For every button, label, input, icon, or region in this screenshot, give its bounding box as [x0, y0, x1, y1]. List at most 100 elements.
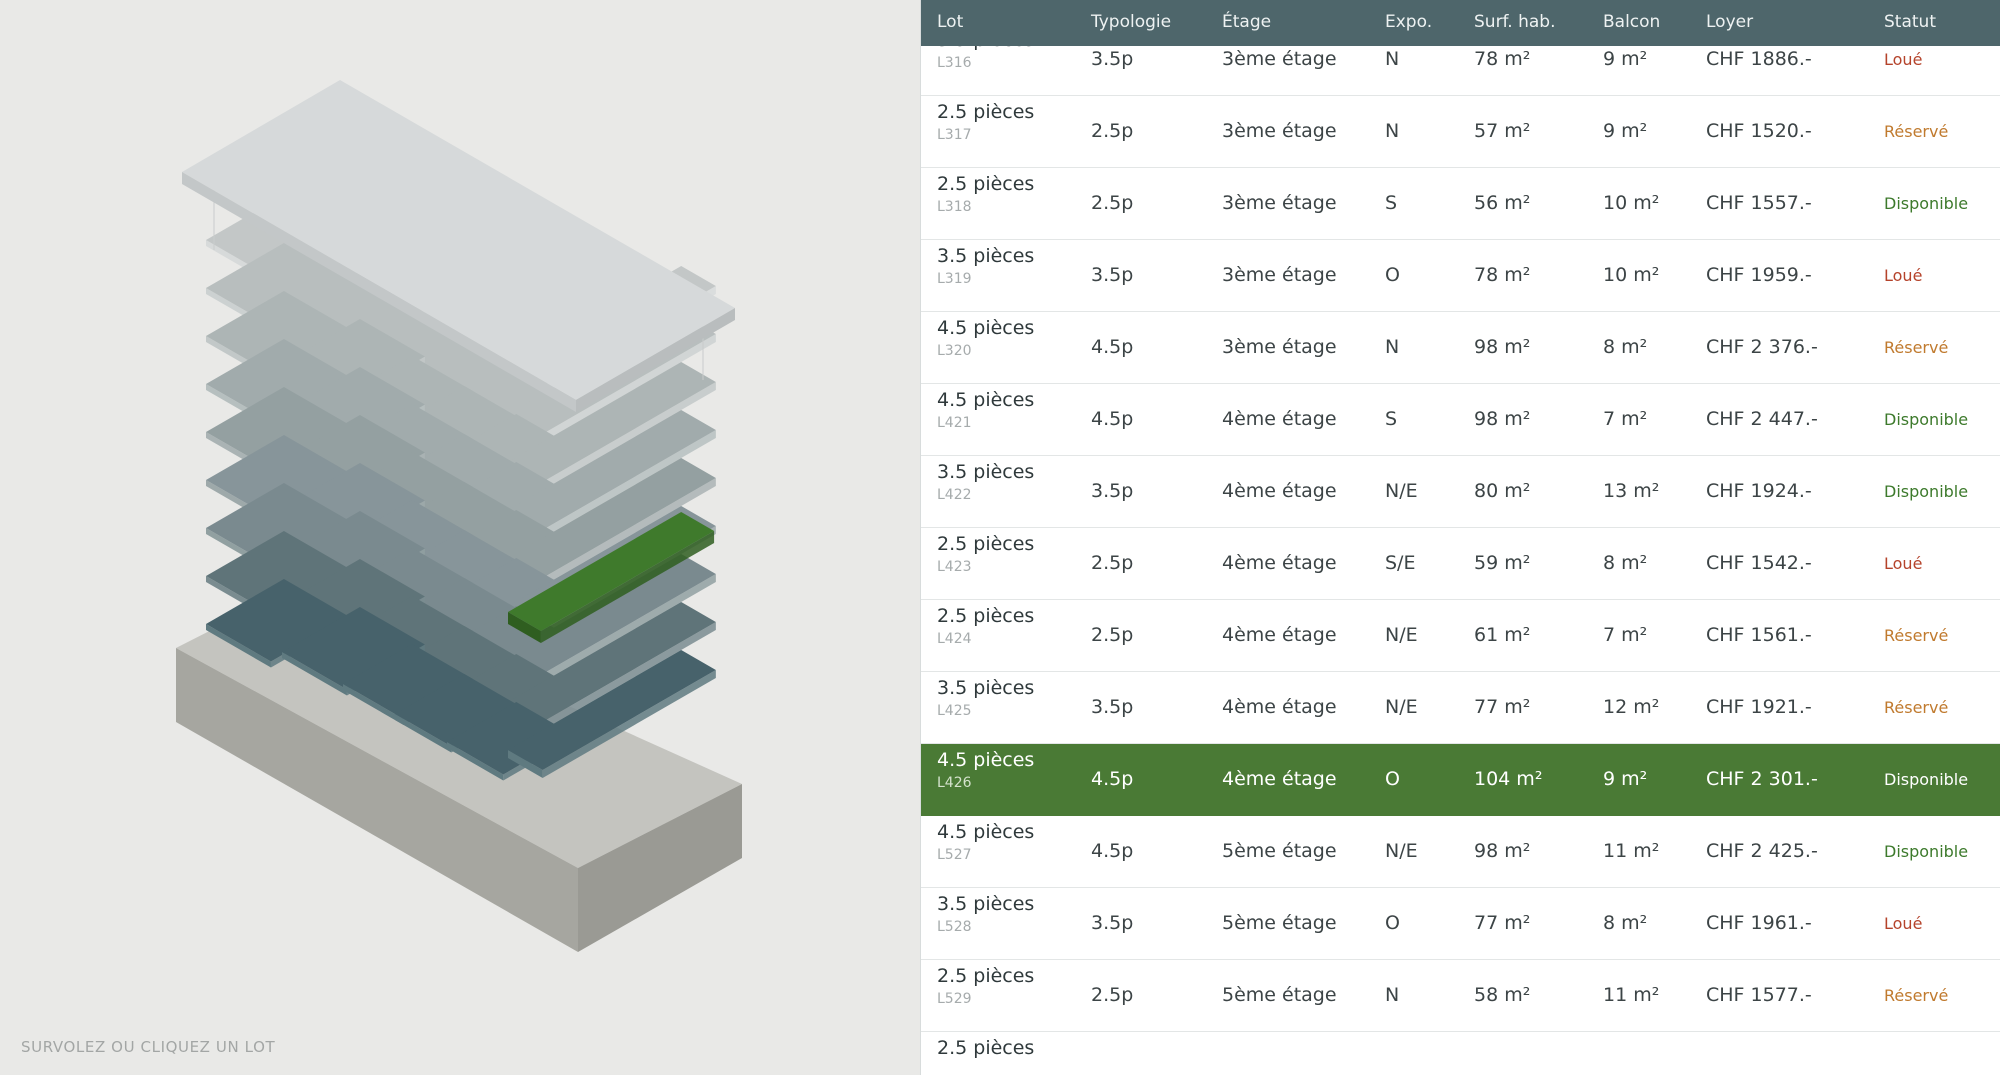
building-isometric-view[interactable] [0, 0, 920, 1075]
lot-surface: 80 m² [1474, 480, 1531, 502]
lot-code: L529 [937, 991, 972, 1007]
lot-status-badge: Loué [1884, 266, 1923, 285]
lot-typologie: 3.5p [1091, 48, 1134, 70]
lot-etage: 5ème étage [1222, 912, 1337, 934]
lot-loyer: CHF 2 301.- [1706, 768, 1818, 790]
lot-balcon: 11 m² [1603, 840, 1660, 862]
lot-code: L426 [937, 775, 972, 791]
lot-balcon: 7 m² [1603, 408, 1648, 430]
table-row[interactable]: 4.5 pièces L426 4.5p 4ème étage O 104 m² 9 m² C… [921, 744, 2000, 816]
lot-etage: 3ème étage [1222, 192, 1337, 214]
lot-loyer: CHF 1520.- [1706, 120, 1812, 142]
lot-exposition: O [1385, 912, 1400, 934]
table-row[interactable]: 2.5 pièces L318 2.5p 3ème étage S 56 m² 10 m² C… [921, 168, 2000, 240]
lot-loyer: CHF 2 376.- [1706, 336, 1818, 358]
lot-surface: 98 m² [1474, 408, 1531, 430]
lot-typologie: 3.5p [1091, 264, 1134, 286]
table-row[interactable]: 3.5 pièces L425 3.5p 4ème étage N/E 77 m² 12 m… [921, 672, 2000, 744]
lot-etage: 5ème étage [1222, 840, 1337, 862]
column-header-etage[interactable]: Étage [1222, 0, 1271, 46]
lot-status-badge: Réservé [1884, 338, 1949, 357]
lot-balcon: 13 m² [1603, 480, 1660, 502]
lot-exposition: O [1385, 264, 1400, 286]
table-row[interactable]: 3.5 pièces L316 3.5p 3ème étage N 78 m² 9 m² CH… [921, 46, 2000, 96]
table-body[interactable]: 3.5 pièces L316 3.5p 3ème étage N 78 m² 9 m² CH… [921, 46, 2000, 1075]
lot-balcon: 10 m² [1603, 192, 1660, 214]
lot-surface: 98 m² [1474, 336, 1531, 358]
table-row[interactable]: 4.5 pièces L421 4.5p 4ème étage S 98 m² 7 m² CH… [921, 384, 2000, 456]
lot-loyer: CHF 2 447.- [1706, 408, 1818, 430]
lot-balcon: 8 m² [1603, 552, 1648, 574]
lot-name: 3.5 pièces [937, 46, 1034, 51]
column-header-typologie[interactable]: Typologie [1091, 0, 1171, 46]
lot-typologie: 3.5p [1091, 480, 1134, 502]
lot-typologie: 2.5p [1091, 120, 1134, 142]
lot-exposition: S [1385, 408, 1398, 430]
table-row[interactable]: 2.5 pièces L423 2.5p 4ème étage S/E 59 m² 8 m²… [921, 528, 2000, 600]
column-header-lot[interactable]: Lot [937, 0, 963, 46]
lot-exposition: N [1385, 120, 1400, 142]
column-header-loyer[interactable]: Loyer [1706, 0, 1753, 46]
lot-status-badge: Réservé [1884, 626, 1949, 645]
lot-exposition: O [1385, 768, 1400, 790]
lot-surface: 57 m² [1474, 120, 1531, 142]
lot-name: 2.5 pièces [937, 533, 1035, 555]
lot-status-badge: Loué [1884, 554, 1923, 573]
lot-status-badge: Disponible [1884, 770, 1969, 789]
lot-loyer: CHF 1959.- [1706, 264, 1812, 286]
lot-status-badge: Disponible [1884, 410, 1969, 429]
table-row[interactable]: 2.5 pièces L529 2.5p 5ème étage N 58 m² 11 m² C… [921, 960, 2000, 1032]
lot-status-badge: Disponible [1884, 194, 1969, 213]
table-row[interactable]: 3.5 pièces L528 3.5p 5ème étage O 77 m² 8 m² CH… [921, 888, 2000, 960]
lot-name: 2.5 pièces [937, 965, 1035, 987]
lot-surface: 58 m² [1474, 984, 1531, 1006]
lot-balcon: 9 m² [1603, 768, 1648, 790]
lot-typologie: 2.5p [1091, 192, 1134, 214]
column-header-surface[interactable]: Surf. hab. [1474, 0, 1556, 46]
table-row[interactable]: 2.5 pièces L424 2.5p 4ème étage N/E 61 m² 7 m²… [921, 600, 2000, 672]
table-row[interactable]: 2.5 pièces [921, 1032, 2000, 1075]
lot-surface: 104 m² [1474, 768, 1543, 790]
lot-name: 2.5 pièces [937, 1037, 1035, 1059]
lot-surface: 77 m² [1474, 912, 1531, 934]
lot-status-badge: Réservé [1884, 122, 1949, 141]
lot-name: 2.5 pièces [937, 173, 1035, 195]
lot-name: 4.5 pièces [937, 821, 1035, 843]
lot-status-badge: Disponible [1884, 482, 1969, 501]
lot-exposition: N/E [1385, 624, 1418, 646]
lot-etage: 4ème étage [1222, 552, 1337, 574]
column-header-balcon[interactable]: Balcon [1603, 0, 1660, 46]
lot-loyer: CHF 1542.- [1706, 552, 1812, 574]
table-row[interactable]: 3.5 pièces L319 3.5p 3ème étage O 78 m² 10 m² C… [921, 240, 2000, 312]
lot-status-badge: Loué [1884, 50, 1923, 69]
table-row[interactable]: 2.5 pièces L317 2.5p 3ème étage N 57 m² 9 m² CH… [921, 96, 2000, 168]
lot-status-badge: Loué [1884, 914, 1923, 933]
lot-name: 2.5 pièces [937, 605, 1035, 627]
column-header-statut[interactable]: Statut [1884, 0, 1936, 46]
table-row[interactable]: 4.5 pièces L320 4.5p 3ème étage N 98 m² 8 m² CH… [921, 312, 2000, 384]
lot-status-badge: Réservé [1884, 986, 1949, 1005]
lot-code: L424 [937, 631, 972, 647]
table-row[interactable]: 4.5 pièces L527 4.5p 5ème étage N/E 98 m² 11 m… [921, 816, 2000, 888]
lot-name: 4.5 pièces [937, 317, 1035, 339]
table-row[interactable]: 3.5 pièces L422 3.5p 4ème étage N/E 80 m² 13 m… [921, 456, 2000, 528]
lot-loyer: CHF 1924.- [1706, 480, 1812, 502]
lot-status-badge: Disponible [1884, 842, 1969, 861]
lot-code: L425 [937, 703, 972, 719]
lot-code: L320 [937, 343, 972, 359]
lot-exposition: S/E [1385, 552, 1416, 574]
lot-surface: 98 m² [1474, 840, 1531, 862]
column-header-expo[interactable]: Expo. [1385, 0, 1432, 46]
lot-exposition: N/E [1385, 480, 1418, 502]
lot-balcon: 9 m² [1603, 48, 1648, 70]
lot-typologie: 4.5p [1091, 336, 1134, 358]
building-viewer[interactable]: SURVOLEZ OU CLIQUEZ UN LOT [0, 0, 920, 1075]
lot-typologie: 2.5p [1091, 552, 1134, 574]
lot-name: 3.5 pièces [937, 893, 1035, 915]
lot-name: 3.5 pièces [937, 461, 1035, 483]
lot-exposition: N [1385, 336, 1400, 358]
lot-code: L319 [937, 271, 972, 287]
lot-surface: 78 m² [1474, 48, 1531, 70]
hover-hint: SURVOLEZ OU CLIQUEZ UN LOT [21, 1038, 276, 1056]
lot-typologie: 4.5p [1091, 768, 1134, 790]
